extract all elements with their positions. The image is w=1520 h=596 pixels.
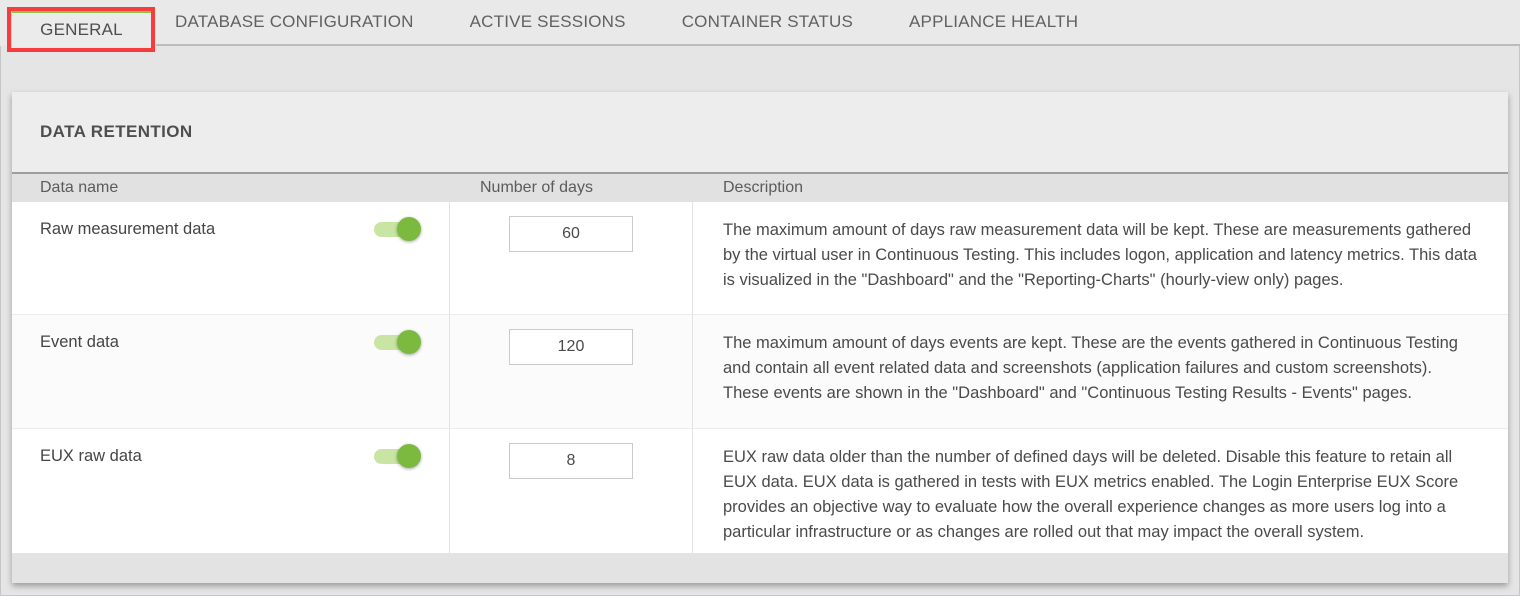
tab-bar: GENERAL DATABASE CONFIGURATION ACTIVE SE… <box>0 0 1520 46</box>
column-header-description: Description <box>693 179 1508 197</box>
row-description: The maximum amount of days events are ke… <box>693 315 1508 428</box>
row-name-label: Raw measurement data <box>40 216 215 239</box>
tab-general-label: GENERAL <box>40 20 123 40</box>
table-header-row: Data name Number of days Description <box>12 172 1508 202</box>
table-row-eux-raw-data: EUX raw data EUX raw data older than the… <box>12 429 1508 553</box>
row-description: EUX raw data older than the number of de… <box>693 429 1508 553</box>
data-name-cell: Raw measurement data <box>12 202 450 314</box>
tab-general[interactable]: GENERAL <box>11 9 152 47</box>
eux-raw-data-toggle[interactable] <box>374 443 421 469</box>
data-name-cell: Event data <box>12 315 450 428</box>
number-of-days-cell <box>450 429 693 553</box>
event-data-toggle[interactable] <box>374 329 421 355</box>
tab-active-sessions[interactable]: ACTIVE SESSIONS <box>470 12 626 32</box>
number-of-days-cell <box>450 202 693 314</box>
panel-footer <box>12 553 1508 583</box>
eux-raw-data-days-input[interactable] <box>509 443 633 479</box>
raw-measurement-days-input[interactable] <box>509 216 633 252</box>
table-row-event-data: Event data The maximum amount of days ev… <box>12 315 1508 429</box>
toggle-thumb-icon <box>397 330 421 354</box>
row-description: The maximum amount of days raw measureme… <box>693 202 1508 314</box>
tab-appliance-health[interactable]: APPLIANCE HEALTH <box>909 12 1078 32</box>
tab-database-configuration[interactable]: DATABASE CONFIGURATION <box>175 12 414 32</box>
event-data-days-input[interactable] <box>509 329 633 365</box>
data-retention-panel: DATA RETENTION Data name Number of days … <box>12 92 1508 583</box>
table-row-raw-measurement-data: Raw measurement data The maximum amount … <box>12 202 1508 315</box>
table-body: Raw measurement data The maximum amount … <box>12 202 1508 553</box>
data-name-cell: EUX raw data <box>12 429 450 553</box>
panel-title: DATA RETENTION <box>12 92 1508 172</box>
tab-container-status[interactable]: CONTAINER STATUS <box>682 12 853 32</box>
row-name-label: Event data <box>40 329 119 352</box>
number-of-days-cell <box>450 315 693 428</box>
settings-screen: GENERAL DATABASE CONFIGURATION ACTIVE SE… <box>0 0 1520 596</box>
raw-measurement-data-toggle[interactable] <box>374 216 421 242</box>
column-header-number-of-days: Number of days <box>450 179 693 197</box>
tab-bar-divider <box>156 44 1520 46</box>
row-name-label: EUX raw data <box>40 443 142 466</box>
toggle-thumb-icon <box>397 444 421 468</box>
tab-list: DATABASE CONFIGURATION ACTIVE SESSIONS C… <box>175 0 1078 44</box>
column-header-data-name: Data name <box>12 179 450 197</box>
toggle-thumb-icon <box>397 217 421 241</box>
